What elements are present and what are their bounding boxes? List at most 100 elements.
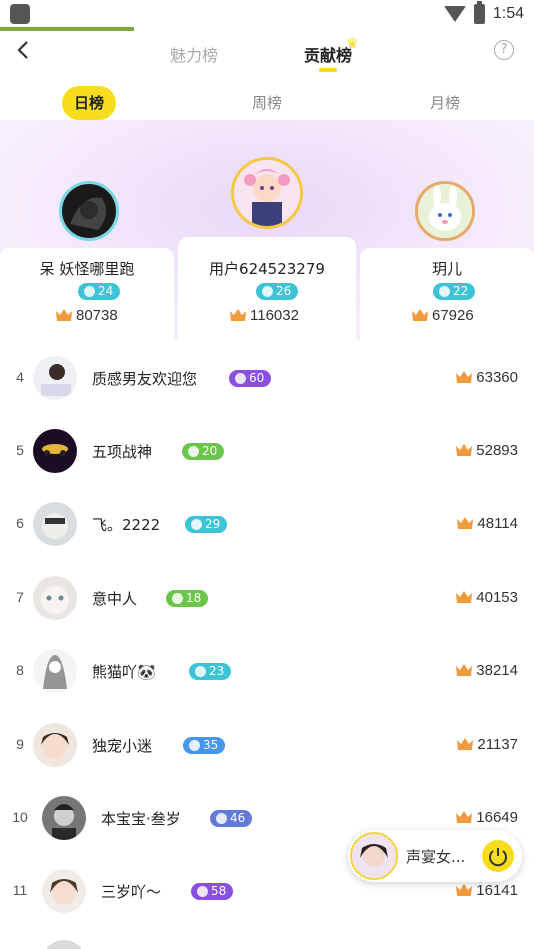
list-item[interactable]: 8 熊猫吖🐼 23 38214 — [0, 635, 534, 708]
avatar[interactable] — [42, 796, 86, 840]
avatar[interactable] — [33, 429, 77, 473]
active-tab-indicator — [319, 68, 337, 72]
avatar[interactable] — [33, 502, 77, 546]
list-item[interactable]: 7 意中人 18 40153 — [0, 562, 534, 635]
rank-number: 7 — [16, 589, 24, 605]
period-tab-day[interactable]: 日榜 — [62, 86, 116, 120]
crown-level-icon — [197, 886, 208, 897]
wifi-icon — [443, 6, 466, 22]
user-name: 五项战神 — [92, 443, 153, 461]
mini-player-title: 声宴女... — [406, 848, 466, 866]
crown-icon — [56, 309, 72, 321]
status-time: 1:54 — [492, 5, 524, 22]
moon-level-icon — [188, 446, 199, 457]
contribution-score: 16141 — [456, 882, 518, 899]
contribution-score: 52893 — [456, 442, 518, 459]
contribution-score: 21137 — [457, 736, 518, 753]
sun-level-icon — [84, 286, 95, 297]
tab-charm-rank[interactable]: 魅力榜 — [170, 42, 218, 66]
crown-icon — [457, 738, 474, 750]
rank-number: 4 — [16, 369, 24, 385]
avatar[interactable] — [415, 181, 475, 241]
crown-icon — [412, 309, 428, 321]
period-tab-month[interactable]: 月榜 — [418, 86, 472, 120]
avatar[interactable] — [33, 356, 77, 400]
podium-name-second: 呆 妖怪哪里跑 — [39, 260, 135, 278]
crown-icon — [456, 444, 473, 456]
app-notification-icon — [10, 4, 30, 24]
avatar[interactable] — [350, 832, 398, 880]
level-badge: 46 — [210, 810, 253, 827]
user-name: 质感男友欢迎您 — [92, 370, 198, 388]
status-indicators: 1:54 — [443, 1, 524, 24]
power-button[interactable] — [482, 840, 514, 872]
crown-icon — [456, 371, 473, 383]
level-badge: 24 — [78, 283, 121, 300]
crown-icon — [230, 309, 246, 321]
period-tab-week[interactable]: 周榜 — [240, 86, 294, 120]
crown-icon — [456, 664, 473, 676]
level-badge: 35 — [183, 737, 226, 754]
rank-number: 9 — [16, 736, 24, 752]
level-badge: 23 — [189, 663, 232, 680]
user-name: 熊猫吖🐼 — [92, 663, 156, 681]
battery-icon — [473, 1, 485, 24]
status-bar: 1:54 — [0, 0, 534, 31]
mini-player[interactable]: 声宴女... — [348, 830, 522, 882]
sun-level-icon — [189, 740, 200, 751]
user-name: 飞。2222 — [92, 516, 161, 534]
crown-icon — [456, 811, 473, 823]
level-badge: 58 — [191, 883, 234, 900]
back-arrow-icon[interactable] — [14, 40, 34, 60]
podium-name-third: 玥儿 — [431, 260, 462, 278]
list-item[interactable]: 5 五项战神 20 52893 — [0, 415, 534, 488]
period-tabs: 日榜 周榜 月榜 — [0, 86, 534, 120]
avatar[interactable] — [33, 649, 77, 693]
avatar[interactable] — [33, 576, 77, 620]
user-name: 三岁吖～ — [101, 883, 162, 901]
level-badge: 60 — [229, 370, 272, 387]
level-badge: 26 — [256, 283, 299, 300]
contribution-score: 63360 — [456, 369, 518, 386]
avatar[interactable] — [42, 940, 86, 949]
contribution-score: 38214 — [456, 662, 518, 679]
sun-level-icon — [439, 286, 450, 297]
sun-level-icon — [191, 519, 202, 530]
podium-score-first: 116032 — [230, 307, 299, 324]
top-nav: 魅力榜 贡献榜 ♛ ? — [0, 30, 534, 74]
podium-score-second: 80738 — [56, 307, 118, 324]
contribution-score: 16649 — [456, 809, 518, 826]
level-badge: 29 — [185, 516, 228, 533]
crown-decoration-icon: ♛ — [346, 36, 359, 52]
podium-score-third: 67926 — [412, 307, 474, 324]
moon-level-icon — [172, 593, 183, 604]
rank-number: 6 — [16, 515, 24, 531]
user-name: 本宝宝·叁岁 — [101, 810, 181, 828]
tab-contribution-rank[interactable]: 贡献榜 — [304, 42, 352, 66]
avatar[interactable] — [42, 869, 86, 913]
power-icon — [489, 848, 507, 867]
crown-level-icon — [235, 373, 246, 384]
rank-number: 10 — [12, 809, 28, 825]
crown-icon — [456, 591, 473, 603]
crown-level-icon — [216, 813, 227, 824]
sun-level-icon — [262, 286, 273, 297]
avatar[interactable] — [231, 157, 303, 229]
rank-number: 11 — [12, 882, 28, 898]
contribution-score: 48114 — [457, 515, 518, 532]
level-badge: 20 — [182, 443, 225, 460]
crown-icon — [457, 517, 474, 529]
list-item[interactable]: 4 质感男友欢迎您 60 63360 — [0, 342, 534, 415]
sun-level-icon — [195, 666, 206, 677]
level-badge: 18 — [166, 590, 209, 607]
list-item[interactable]: 6 飞。2222 29 48114 — [0, 488, 534, 561]
list-item[interactable]: 9 独宠小迷 35 21137 — [0, 709, 534, 782]
avatar[interactable] — [33, 723, 77, 767]
question-circle-icon[interactable]: ? — [494, 40, 514, 60]
user-name: 意中人 — [92, 590, 138, 608]
podium-name-first: 用户624523279 — [209, 260, 325, 278]
contribution-score: 40153 — [456, 589, 518, 606]
rank-number: 5 — [16, 442, 24, 458]
avatar[interactable] — [59, 181, 119, 241]
crown-icon — [456, 884, 473, 896]
